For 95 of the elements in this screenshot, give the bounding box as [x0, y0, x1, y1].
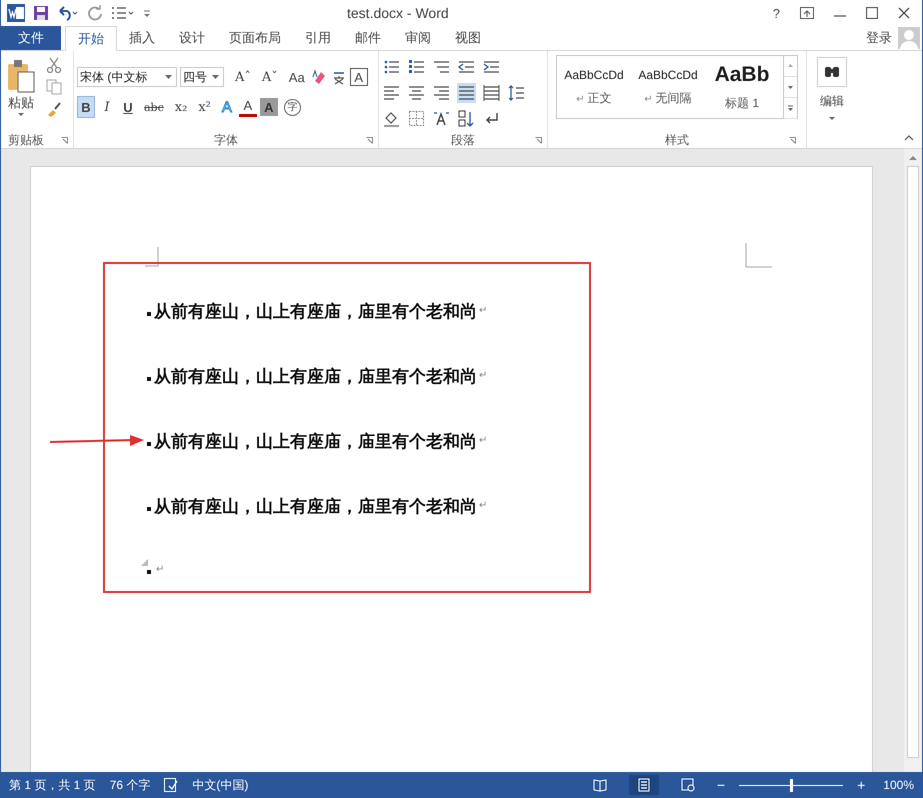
status-text[interactable]: 第 1 页，共 1 页 — [9, 776, 96, 794]
dialog-launcher-icon[interactable] — [61, 137, 68, 144]
paragraph-text: 从前有座山，山上有座庙，庙里有个老和尚 — [154, 496, 477, 518]
group-label: 剪贴板 — [8, 132, 44, 148]
paragraph-mark: ↵ — [479, 435, 488, 446]
caret-icon — [828, 116, 836, 122]
paragraph-text: 从前有座山，山上有座庙，庙里有个老和尚 — [154, 366, 477, 388]
status-text[interactable]: 76 个字 — [110, 776, 150, 794]
read-mode-icon — [592, 778, 607, 792]
ribbon-tab[interactable]: 审阅 — [393, 26, 443, 50]
clipboard-icon — [6, 58, 36, 94]
paragraph-mark: ↵ — [479, 500, 488, 511]
zoom-in-button[interactable]: + — [857, 777, 866, 793]
paragraph-text: 从前有座山，山上有座庙，庙里有个老和尚 — [154, 430, 477, 452]
maximize-icon[interactable] — [866, 7, 878, 19]
group-label: 样式 — [665, 132, 689, 148]
proofing-icon[interactable] — [164, 778, 178, 792]
paragraph-bullet-icon — [147, 570, 151, 574]
format-button[interactable]: Aa — [284, 66, 309, 88]
format-button[interactable]: I — [98, 96, 116, 118]
window-title: test.docx - Word — [347, 5, 450, 21]
style-option[interactable]: AaBb 标题 1 — [705, 56, 779, 118]
format-button[interactable]: Aˆ — [231, 66, 255, 88]
scissors-icon[interactable] — [46, 57, 62, 73]
redo-icon[interactable] — [87, 5, 103, 21]
dialog-launcher-icon[interactable] — [366, 137, 373, 144]
editing-button[interactable]: 编辑 — [817, 57, 847, 122]
caret-icon — [212, 74, 219, 80]
language-status[interactable]: 中文(中国) — [192, 776, 248, 794]
scrollbar-thumb[interactable] — [907, 166, 919, 758]
ribbon-tab[interactable]: 视图 — [443, 26, 493, 50]
layout-options-icon — [141, 559, 148, 566]
web-layout-icon — [680, 778, 695, 792]
format-button[interactable]: B — [77, 96, 95, 118]
binoculars-icon — [817, 57, 847, 87]
paragraph-bullet-icon — [147, 376, 151, 380]
ribbon-tab[interactable]: 开始 — [65, 26, 117, 51]
borders-icon[interactable] — [407, 109, 426, 129]
ribbon-tab[interactable]: 引用 — [293, 26, 343, 50]
distributed-icon[interactable] — [482, 83, 501, 103]
paste-button[interactable]: 粘贴 — [4, 54, 38, 132]
print-layout-icon — [636, 778, 651, 792]
line-spacing-icon[interactable] — [507, 83, 526, 103]
dialog-launcher-icon[interactable] — [535, 137, 542, 144]
format-button[interactable]: x² — [194, 96, 215, 118]
font-name-dropdown[interactable]: 宋体 (中文标 — [77, 67, 177, 87]
paragraph-bullet-icon — [147, 442, 151, 446]
view-button[interactable] — [628, 775, 659, 795]
group-label: 字体 — [214, 132, 238, 148]
caret-icon — [165, 74, 172, 80]
ribbon-tab[interactable]: 页面布局 — [217, 26, 293, 50]
paragraph-bullet-icon — [147, 312, 151, 316]
paragraph-bullet-icon — [147, 506, 151, 510]
group-label: 段落 — [451, 132, 475, 148]
format-button[interactable]: A — [238, 97, 257, 117]
margin-corner-mark — [745, 243, 773, 268]
close-icon[interactable] — [898, 7, 910, 19]
dialog-launcher-icon[interactable] — [789, 137, 796, 144]
vertical-scrollbar[interactable] — [904, 149, 922, 772]
collapse-ribbon-icon[interactable] — [904, 134, 914, 142]
zoom-level[interactable]: 100% — [883, 778, 914, 792]
font-size-dropdown[interactable]: 四号 — [180, 67, 224, 87]
save-icon[interactable] — [33, 5, 49, 21]
ribbon-tab[interactable]: 邮件 — [343, 26, 393, 50]
undo-icon[interactable] — [57, 5, 79, 21]
ribbon-display-icon[interactable] — [800, 7, 814, 19]
paragraph-mark: ↵ — [479, 305, 488, 316]
caret-icon — [17, 112, 25, 118]
style-option[interactable]: AaBbCcDd ↵ 无间隔 — [631, 56, 705, 118]
format-button[interactable]: Aˇ — [258, 66, 282, 88]
sort-icon[interactable] — [457, 109, 476, 129]
paintbrush-icon[interactable] — [46, 101, 62, 117]
format-button[interactable]: A — [260, 98, 278, 116]
list-icon[interactable] — [111, 5, 135, 21]
format-button[interactable]: A — [350, 68, 368, 86]
paragraph-text: 从前有座山，山上有座庙，庙里有个老和尚 — [154, 300, 477, 322]
format-button[interactable]: U — [119, 96, 137, 118]
justify-icon[interactable] — [457, 83, 476, 103]
style-option[interactable]: AaBbCcDd ↵ 正文 — [557, 56, 631, 118]
margin-corner-mark — [145, 247, 159, 267]
ribbon-tab[interactable]: 设计 — [167, 26, 217, 50]
zoom-out-button[interactable]: − — [716, 777, 726, 793]
eraser-icon[interactable] — [312, 69, 328, 85]
file-tab[interactable]: 文件 — [1, 26, 61, 50]
paragraph-mark: ↵ — [156, 564, 164, 574]
zoom-slider-thumb[interactable] — [790, 778, 794, 792]
scroll-up-icon[interactable] — [908, 154, 918, 162]
format-button[interactable]: 字 — [284, 98, 301, 116]
app-logo-icon — [7, 4, 25, 22]
sign-in-link[interactable]: 登录 — [866, 26, 898, 50]
format-button[interactable]: abc — [140, 96, 168, 118]
paragraph-mark: ↵ — [479, 370, 488, 381]
format-button[interactable]: x₂ — [170, 96, 192, 118]
help-button[interactable]: ? — [772, 6, 780, 20]
ribbon-tab[interactable]: 插入 — [117, 26, 167, 50]
